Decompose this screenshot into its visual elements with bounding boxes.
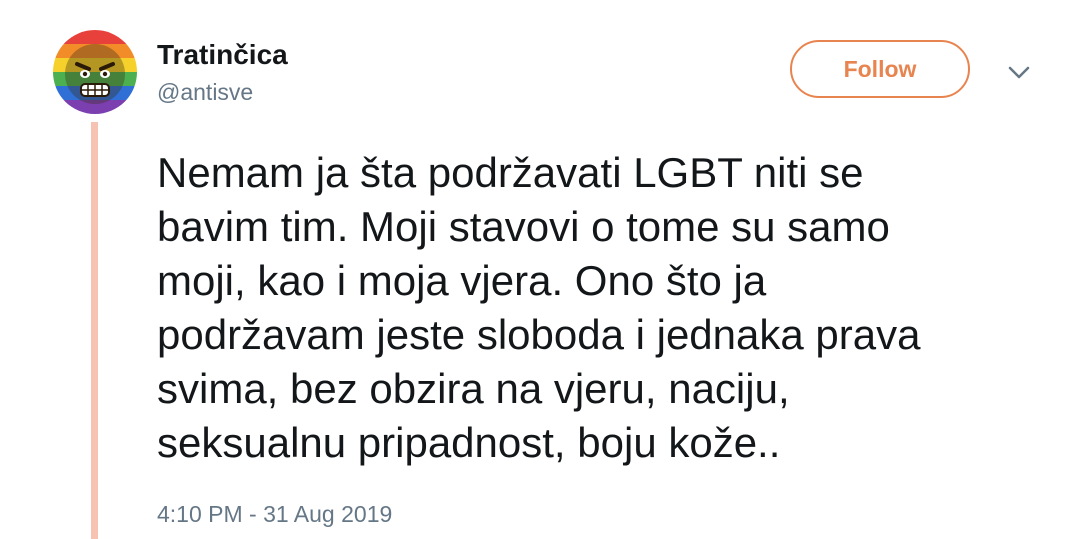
tweet-timestamp[interactable]: 4:10 PM - 31 Aug 2019	[157, 500, 392, 528]
user-handle[interactable]: @antisve	[157, 78, 253, 106]
tweet-text: Nemam ja šta podržavati LGBT niti se bav…	[157, 146, 1057, 470]
tweet-text-line: seksualnu pripadnost, boju kože..	[157, 419, 781, 466]
tweet-text-line: bavim tim. Moji stavovi o tome su samo	[157, 203, 890, 250]
tweet-text-line: moji, kao i moja vjera. Ono što ja	[157, 257, 767, 304]
chevron-down-icon[interactable]	[1006, 62, 1032, 82]
angry-face-avatar-icon	[53, 30, 137, 114]
tweet-text-line: svima, bez obzira na vjeru, naciju,	[157, 365, 790, 412]
avatar[interactable]	[53, 30, 137, 114]
tweet-card: Tratinčica @antisve Follow Nemam ja šta …	[0, 0, 1078, 539]
tweet-text-line: Nemam ja šta podržavati LGBT niti se	[157, 149, 864, 196]
thread-line	[91, 122, 98, 539]
follow-button[interactable]: Follow	[790, 40, 970, 98]
display-name[interactable]: Tratinčica	[157, 39, 288, 71]
tweet-text-line: podržavam jeste sloboda i jednaka prava	[157, 311, 921, 358]
